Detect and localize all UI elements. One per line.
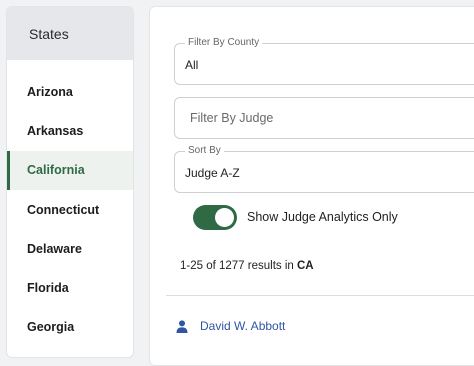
- judge-list-item[interactable]: David W. Abbott: [176, 319, 285, 333]
- sort-by-value: Judge A-Z: [185, 166, 240, 180]
- analytics-toggle-switch[interactable]: [193, 204, 237, 230]
- sort-by-legend: Sort By: [185, 145, 224, 156]
- sidebar-item-florida[interactable]: Florida: [7, 268, 133, 307]
- county-filter-legend: Filter By County: [185, 37, 263, 48]
- judge-name-link[interactable]: David W. Abbott: [200, 319, 285, 333]
- sidebar-item-delaware[interactable]: Delaware: [7, 229, 133, 268]
- divider: [166, 295, 474, 296]
- sidebar-item-connecticut[interactable]: Connecticut: [7, 190, 133, 229]
- results-summary: 1-25 of 1277 results in CA: [180, 260, 314, 272]
- county-filter-select[interactable]: Filter By County All: [174, 37, 474, 85]
- sort-by-select[interactable]: Sort By Judge A-Z: [174, 145, 474, 193]
- judge-filter-input[interactable]: [185, 98, 474, 138]
- state-list: Arizona Arkansas California Connecticut …: [7, 72, 133, 347]
- states-sidebar: States Arizona Arkansas California Conne…: [6, 6, 134, 358]
- results-state: CA: [297, 260, 314, 272]
- sidebar-item-arkansas[interactable]: Arkansas: [7, 111, 133, 150]
- sidebar-item-georgia[interactable]: Georgia: [7, 308, 133, 347]
- judge-filter-field[interactable]: [174, 97, 474, 139]
- analytics-toggle-label: Show Judge Analytics Only: [247, 210, 398, 224]
- sidebar-item-california[interactable]: California: [7, 150, 133, 191]
- toggle-knob: [215, 207, 234, 227]
- county-filter-value: All: [185, 58, 199, 72]
- person-icon: [176, 319, 188, 333]
- analytics-toggle-row: Show Judge Analytics Only: [193, 204, 398, 230]
- main-panel: Filter By County All Sort By Judge A-Z S…: [149, 6, 474, 366]
- results-count-text: 1-25 of 1277 results in: [180, 260, 297, 272]
- sidebar-title: States: [7, 7, 133, 60]
- sidebar-item-arizona[interactable]: Arizona: [7, 72, 133, 111]
